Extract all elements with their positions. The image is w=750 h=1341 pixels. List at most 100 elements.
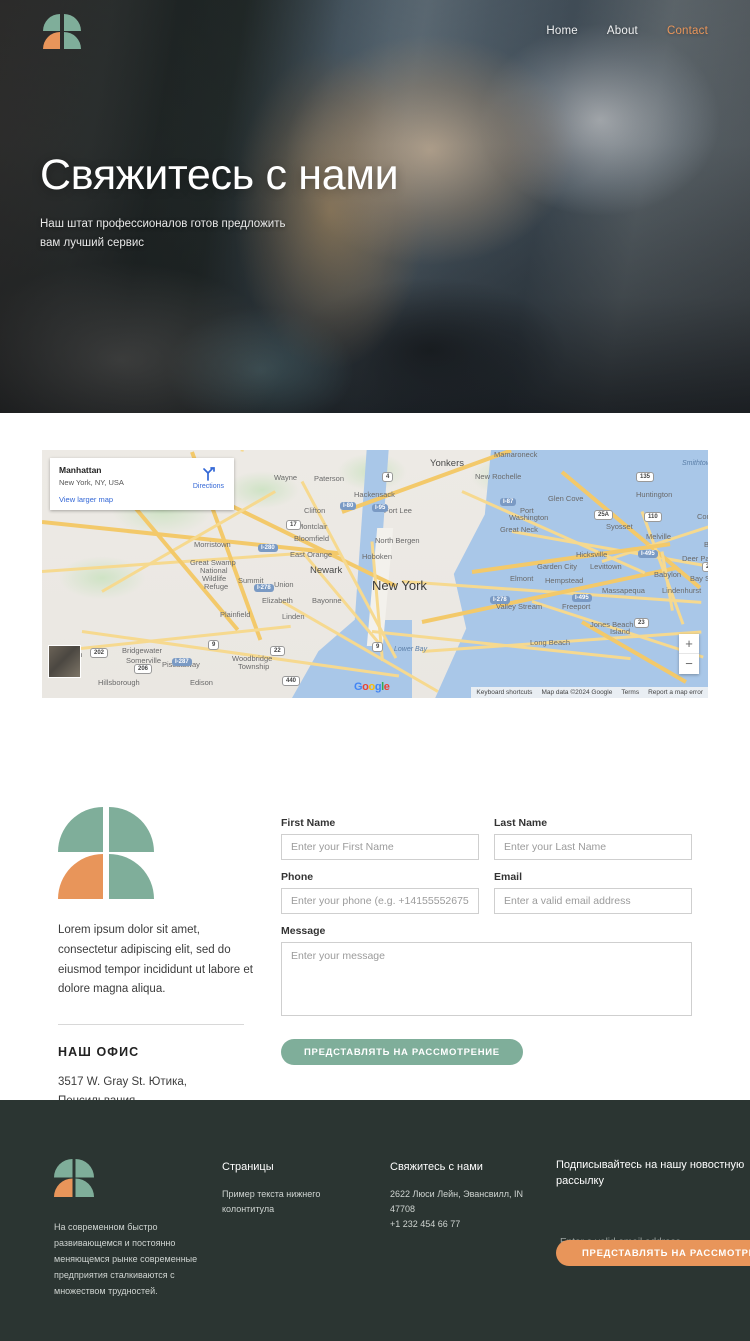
field-phone: Phone	[281, 871, 479, 914]
map-place-label: Paterson	[314, 474, 345, 483]
contact-form: First Name Last Name Phone Email	[281, 817, 692, 1065]
contact-submit-button[interactable]: ПРЕДСТАВЛЯТЬ НА РАССМОТРЕНИЕ	[281, 1039, 523, 1065]
map-place-label: Wildlife	[202, 574, 227, 583]
map-route-shield: I-280	[258, 544, 278, 552]
message-textarea[interactable]	[281, 942, 692, 1016]
map-route-shield: I-287	[172, 658, 192, 666]
field-last-name: Last Name	[494, 817, 692, 860]
footer-contact-column: Свяжитесь с нами 2622 Люси Лейн, Эвансви…	[390, 1160, 540, 1232]
hero-section: Home About Contact Свяжитесь с нами Наш …	[0, 0, 750, 413]
map-route-shield: 25A	[702, 562, 708, 572]
map-terms-link[interactable]: Terms	[621, 689, 639, 696]
field-email: Email	[494, 871, 692, 914]
hero-content: Свяжитесь с нами Наш штат профессионалов…	[40, 151, 399, 253]
map-info-card[interactable]: Manhattan New York, NY, USA View larger …	[50, 458, 234, 510]
email-input[interactable]	[494, 888, 692, 914]
map-route-shield: 23	[634, 618, 649, 628]
map-directions-button[interactable]: Directions	[193, 466, 224, 490]
map-place-label: Township	[238, 662, 270, 671]
site-header: Home About Contact	[0, 0, 750, 62]
map-route-shield: 22	[270, 646, 285, 656]
phone-input[interactable]	[281, 888, 479, 914]
hero-subtitle: Наш штат профессионалов готов предложить…	[40, 218, 286, 250]
map-route-shield: 440	[282, 676, 301, 686]
footer-pages-column: Страницы Пример текста нижнего колонтиту…	[222, 1160, 362, 1217]
contact-lorem-text: Lorem ipsum dolor sit amet, consectetur …	[58, 924, 253, 996]
footer-about-text: На современном быстро развивающемся и по…	[54, 1222, 198, 1297]
last-name-label: Last Name	[494, 817, 548, 829]
map-zoom-controls: + −	[679, 634, 699, 674]
first-name-input[interactable]	[281, 834, 479, 860]
map-zoom-in-button[interactable]: +	[679, 634, 699, 654]
last-name-input[interactable]	[494, 834, 692, 860]
field-first-name: First Name	[281, 817, 479, 860]
contact-section: Lorem ipsum dolor sit amet, consectetur …	[0, 703, 750, 1107]
map-zoom-out-button[interactable]: −	[679, 654, 699, 674]
map-route-shield: 17	[286, 520, 301, 530]
map-place-label: Hillsborough	[98, 678, 140, 687]
footer-newsletter-column: Подписывайтесь на нашу новостную рассылк…	[556, 1158, 750, 1266]
google-watermark: Google	[354, 681, 390, 693]
report-map-error-link[interactable]: Report a map error	[648, 689, 703, 696]
message-label: Message	[281, 925, 326, 937]
map-water-ocean	[435, 450, 708, 698]
brand-logo-icon[interactable]	[42, 13, 82, 49]
nav-link-home[interactable]: Home	[546, 25, 577, 37]
view-larger-map-link[interactable]: View larger map	[59, 495, 225, 504]
map-route-shield: I-278	[254, 584, 274, 592]
map-route-shield: 110	[644, 512, 662, 522]
map-route-shield: 4	[382, 472, 394, 482]
map-place-label: Bayonne	[312, 596, 342, 605]
form-row-contact: Phone Email	[281, 871, 692, 925]
footer-brand-column: На современном быстро развивающемся и по…	[54, 1159, 204, 1299]
map-place-label: Union	[274, 580, 294, 589]
directions-label: Directions	[192, 483, 224, 490]
map-route-shield: I-278	[490, 596, 510, 604]
map-road	[51, 624, 291, 653]
map-route-shield: 9	[208, 640, 220, 650]
map-road	[240, 450, 279, 452]
map-section: YonkersMamaroneckNew RochelleSmithtownWa…	[0, 413, 750, 703]
form-row-names: First Name Last Name	[281, 817, 692, 871]
map-route-shield: 25A	[594, 510, 614, 520]
map-place-label: Edison	[190, 678, 213, 687]
brand-logo-footer-icon	[54, 1159, 94, 1197]
map-place-label: Bridgewater	[122, 646, 163, 655]
map-attribution-bar: Keyboard shortcuts Map data ©2024 Google…	[471, 687, 708, 698]
footer-contact-address: 2622 Люси Лейн, Эвансвилл, IN 47708	[390, 1188, 524, 1215]
map-route-shield: I-495	[572, 594, 592, 602]
main-nav: Home About Contact	[546, 25, 708, 37]
map-place-label: Wayne	[274, 473, 298, 482]
footer-pages-text[interactable]: Пример текста нижнего колонтитула	[222, 1187, 362, 1217]
phone-label: Phone	[281, 871, 314, 883]
map-route-shield: 135	[636, 472, 655, 482]
map-route-shield: 9	[372, 642, 384, 652]
contact-info-column: Lorem ipsum dolor sit amet, consectetur …	[58, 807, 253, 1110]
newsletter-submit-button[interactable]: ПРЕДСТАВЛЯТЬ НА РАССМОТРЕНИЕ	[556, 1240, 750, 1266]
map-route-shield: 202	[90, 648, 109, 658]
map-route-shield: I-495	[638, 550, 658, 558]
map-road	[120, 490, 240, 632]
footer-pages-heading: Страницы	[222, 1161, 274, 1173]
map-route-shield: I-95	[372, 504, 389, 512]
footer-contact-phone[interactable]: +1 232 454 66 77	[390, 1217, 540, 1232]
office-heading: НАШ ОФИС	[58, 1045, 140, 1060]
footer-contact-heading: Свяжитесь с нами	[390, 1161, 483, 1173]
map-data-credit: Map data ©2024 Google	[541, 689, 613, 696]
map-place-label: Refuge	[204, 582, 229, 591]
map-place-label: National	[200, 566, 228, 575]
nav-link-contact[interactable]: Contact	[667, 25, 708, 37]
street-view-thumbnail[interactable]	[48, 645, 81, 678]
contact-divider	[58, 1024, 244, 1026]
email-label: Email	[494, 871, 523, 883]
map-route-shield: 206	[134, 664, 153, 674]
hero-title: Свяжитесь с нами	[40, 151, 399, 199]
first-name-label: First Name	[281, 817, 336, 829]
keyboard-shortcuts-link[interactable]: Keyboard shortcuts	[476, 689, 532, 696]
brand-logo-large-icon	[58, 807, 154, 899]
nav-link-about[interactable]: About	[607, 25, 638, 37]
map-place-label: Fort Lee	[384, 506, 412, 515]
page-root: Home About Contact Свяжитесь с нами Наш …	[0, 0, 750, 1341]
google-map[interactable]: YonkersMamaroneckNew RochelleSmithtownWa…	[42, 450, 708, 698]
map-route-shield: I-80	[340, 502, 357, 510]
